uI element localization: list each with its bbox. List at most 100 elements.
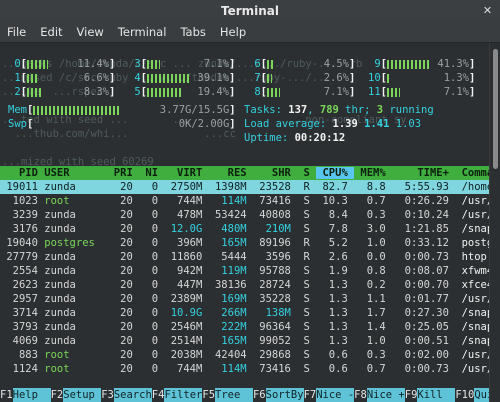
function-setup-button[interactable]: Setup	[63, 388, 102, 402]
process-user: zunda	[44, 223, 108, 235]
cpu-id: 2	[8, 86, 21, 98]
function-key: F10	[455, 389, 475, 401]
process-cpu: 0.6	[316, 349, 355, 361]
process-row[interactable]: 19011 zunda 20 0 2750M 1398M 23528 R 82.…	[0, 180, 490, 194]
function-kill-button[interactable]: Kill	[417, 388, 456, 402]
process-s: S	[297, 279, 317, 291]
column-header-user[interactable]: USER	[44, 167, 107, 179]
cpu-meter: 3[7.1%]	[128, 57, 235, 71]
function-search-button[interactable]: Search	[113, 388, 152, 402]
process-row[interactable]: 27779 zunda 20 0 11860 5444 3596 R 2.6 0…	[0, 250, 490, 264]
column-header-ni[interactable]: NI	[139, 167, 164, 179]
process-row[interactable]: 3793 zunda 20 0 2546M 222M 96364 S 1.3 1…	[0, 320, 490, 334]
process-shr: 23528	[252, 181, 298, 193]
process-row[interactable]: 4069 zunda 20 0 2514M 165M 99052 S 1.3 1…	[0, 334, 490, 348]
process-virt: 478M	[164, 209, 209, 221]
cpu-id: 0	[8, 58, 21, 70]
column-header-mem[interactable]: MEM%	[354, 167, 392, 179]
menu-help[interactable]: Help	[213, 25, 253, 39]
function-key: F1	[0, 389, 13, 401]
column-header-shr[interactable]: SHR	[253, 167, 297, 179]
meter-bracket: ]	[229, 118, 236, 130]
process-virt: 942M	[164, 265, 209, 277]
function-quit-button[interactable]: Quit	[474, 388, 490, 402]
process-user: zunda	[44, 335, 108, 347]
process-time: 0:00.51	[392, 335, 456, 347]
close-icon[interactable]: ✕	[481, 4, 494, 17]
process-table-header: PID USER PRI NI VIRT RES SHR S CPU% MEM%…	[0, 166, 490, 180]
process-pri: 20	[107, 363, 140, 375]
process-virt: 744M	[164, 195, 209, 207]
tasks-count: 137	[288, 104, 308, 116]
load-line: Load average: 1.39 1.41 1.03	[244, 117, 421, 131]
process-row[interactable]: 3714 zunda 20 0 10.9G 266M 138M S 1.3 1.…	[0, 306, 490, 320]
terminal-area[interactable]: ...packs /home/zunda/c/src ... zunda/...…	[0, 43, 490, 402]
process-time: 0:00.73	[392, 251, 456, 263]
column-header-s[interactable]: S	[297, 167, 316, 179]
menu-edit[interactable]: Edit	[33, 25, 69, 39]
uptime-value: 00:20:12	[294, 132, 346, 144]
column-header-pri[interactable]: PRI	[107, 167, 139, 179]
function-tree-button[interactable]: Tree	[215, 388, 253, 402]
process-cmd: /home/zunda/c/src/	[461, 181, 490, 193]
function-key: F2	[50, 389, 64, 401]
process-pid: 3793	[0, 321, 45, 333]
process-virt: 2750M	[164, 181, 209, 193]
process-row[interactable]: 3239 zunda 20 0 478M 53424 40808 S 8.4 0…	[0, 208, 490, 222]
process-pri: 20	[107, 307, 140, 319]
meter-bracket: ]	[348, 86, 356, 98]
cpu-id: 1	[8, 72, 21, 84]
scrollbar[interactable]	[489, 43, 500, 402]
process-shr: 138M	[252, 307, 298, 319]
process-mem: 0.7	[354, 195, 393, 207]
process-row[interactable]: 1023 root 20 0 744M 114M 73416 S 10.3 0.…	[0, 194, 490, 208]
column-header-virt[interactable]: VIRT	[164, 167, 208, 179]
menu-tabs[interactable]: Tabs	[173, 25, 212, 39]
process-row[interactable]: 19040 postgres 20 0 396M 165M 89196 R 5.…	[0, 236, 490, 250]
meter-bracket: ]	[348, 72, 356, 84]
menu-terminal[interactable]: Terminal	[111, 25, 174, 39]
process-row[interactable]: 883 root 20 0 2038M 42404 29868 S 0.6 0.…	[0, 348, 490, 362]
meter-bracket: ]	[229, 104, 236, 116]
column-header-time[interactable]: TIME+	[392, 167, 455, 179]
process-cpu: 10.3	[316, 195, 355, 207]
process-res: 1398M	[208, 181, 253, 193]
process-row[interactable]: 2554 zunda 20 0 942M 119M 95788 S 1.9 0.…	[0, 264, 490, 278]
menu-view[interactable]: View	[70, 25, 111, 39]
process-s: R	[297, 181, 317, 193]
process-ni: 0	[139, 335, 165, 347]
function-nice-button[interactable]: Nice +	[366, 388, 405, 402]
process-pri: 20	[107, 279, 140, 291]
process-pid: 883	[0, 349, 45, 361]
process-row[interactable]: 2623 zunda 20 0 447M 38136 28724 S 1.3 0…	[0, 278, 490, 292]
column-header-pid[interactable]: PID	[0, 167, 44, 179]
column-header-cpu[interactable]: CPU%	[316, 167, 355, 179]
process-res: 42404	[208, 349, 253, 361]
function-filter-button[interactable]: Filter	[164, 388, 203, 402]
process-pid: 19040	[0, 237, 45, 249]
process-row[interactable]: 3176 zunda 20 0 12.0G 480M 210M S 7.8 3.…	[0, 222, 490, 236]
process-shr: 73416	[252, 363, 298, 375]
process-pid: 2623	[0, 279, 45, 291]
process-ni: 0	[139, 195, 165, 207]
process-time: 0:26.29	[392, 195, 456, 207]
process-row[interactable]: 2957 zunda 20 0 2389M 169M 35228 S 1.3 1…	[0, 292, 490, 306]
column-header-command[interactable]: Command	[455, 167, 490, 179]
process-user: zunda	[44, 279, 108, 291]
process-pri: 20	[107, 265, 140, 277]
process-res: 119M	[208, 265, 253, 277]
menu-file[interactable]: File	[0, 25, 33, 39]
cpu-percent: 19.4%	[197, 85, 229, 98]
function-sortby-button[interactable]: SortBy	[265, 388, 304, 402]
scrollbar-thumb[interactable]	[493, 49, 498, 169]
menu-bar: File Edit View Terminal Tabs Help	[0, 21, 500, 43]
process-cpu: 8.4	[316, 209, 355, 221]
tasks-label: Tasks:	[244, 104, 289, 116]
process-row[interactable]: 1124 root 20 0 744M 114M 73416 S 0.6 0.7…	[0, 362, 490, 376]
function-nice-button[interactable]: Nice -	[316, 388, 355, 402]
process-pid: 4069	[0, 335, 45, 347]
column-header-res[interactable]: RES	[209, 167, 253, 179]
process-res: 165M	[208, 237, 253, 249]
cpu-usage-bar: 1.3%	[386, 72, 469, 84]
function-help-button[interactable]: Help	[12, 388, 51, 402]
